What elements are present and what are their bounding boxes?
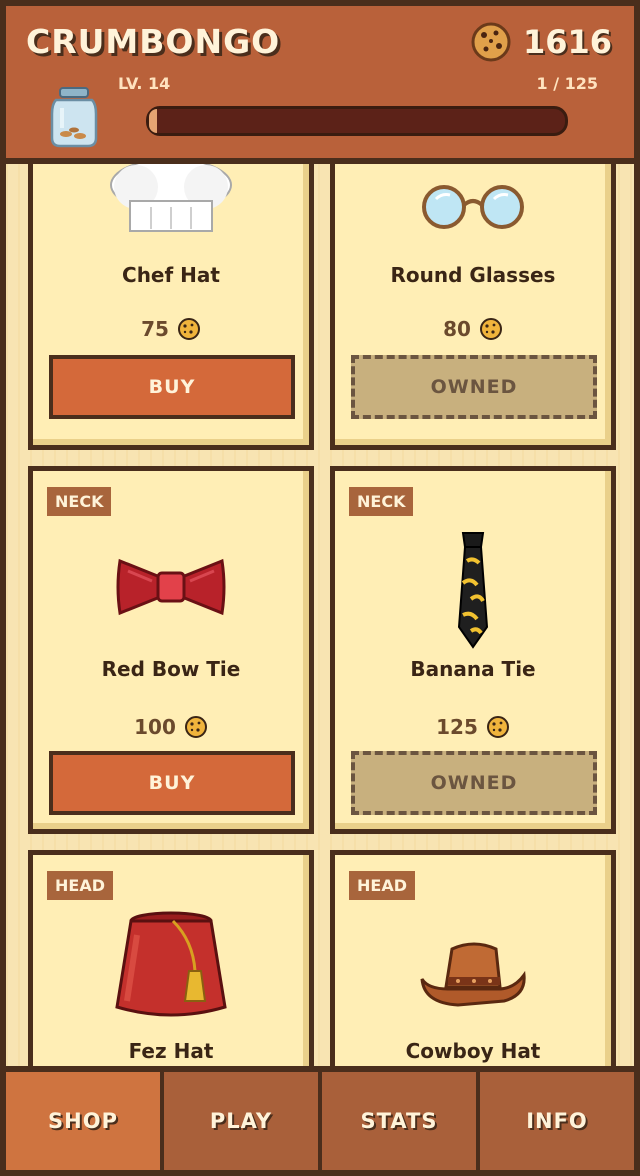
item-price: 100 [33,715,309,739]
banana-tie-icon [457,532,489,649]
price-value: 80 [443,317,471,341]
item-name: Chef Hat [122,263,220,287]
tab-info[interactable]: INFO [480,1072,634,1170]
level-progress-bar [146,106,568,136]
shop-item-card: HEAD Fez Hat [28,850,314,1066]
cookie-jar-icon [50,87,98,148]
progress-label: 1 / 125 [536,74,598,93]
item-price: 75 [33,317,309,341]
item-name: Cowboy Hat [405,1039,541,1063]
tab-play[interactable]: PLAY [164,1072,318,1170]
cookie-icon [479,318,502,340]
owned-button[interactable]: OWNED [351,751,597,815]
level-progress-fill [149,109,158,133]
category-badge: HEAD [47,871,113,900]
item-price: 80 [335,317,611,341]
tab-stats[interactable]: STATS [322,1072,476,1170]
shop-item-card: NECK Red Bow Tie 100 BUY [28,466,314,834]
cowboy-hat-icon [420,942,526,1007]
item-price: 125 [335,715,611,739]
chef-hat-icon [110,164,232,232]
category-badge: NECK [349,487,414,516]
category-badge: NECK [47,487,112,516]
item-name: Fez Hat [128,1039,214,1063]
game-title: CRUMBONGO [26,22,281,61]
cookie-icon [177,318,200,340]
item-name: Round Glasses [390,263,556,287]
price-value: 100 [134,715,176,739]
price-value: 75 [141,317,169,341]
cookie-icon [184,716,207,738]
level-label: LV. 14 [118,74,171,93]
round-glasses-icon [422,185,524,229]
cookie-count: 1616 [522,23,612,61]
shop-grid[interactable]: Chef Hat 75 BUY Round Glasses 80 OWNED N… [6,164,634,1066]
bottom-nav: SHOP PLAY STATS INFO [0,1066,640,1176]
top-bar: CRUMBONGO 1616 LV. 14 1 / 125 [0,0,640,164]
red-bow-tie-icon [116,558,226,616]
buy-button[interactable]: BUY [49,751,295,815]
item-name: Red Bow Tie [101,657,241,681]
cookie-balance: 1616 [471,22,612,62]
shop-item-card: Chef Hat 75 BUY [28,164,314,450]
buy-button[interactable]: BUY [49,355,295,419]
shop-item-card: Round Glasses 80 OWNED [330,164,616,450]
shop-item-card: HEAD Cowboy Hat [330,850,616,1066]
category-badge: HEAD [349,871,415,900]
fez-hat-icon [115,911,227,1017]
price-value: 125 [436,715,478,739]
shop-item-card: NECK Banana Tie 125 OWNED [330,466,616,834]
owned-button[interactable]: OWNED [351,355,597,419]
tab-shop[interactable]: SHOP [6,1072,160,1170]
item-name: Banana Tie [410,657,536,681]
cookie-icon [471,22,511,62]
cookie-icon [486,716,509,738]
